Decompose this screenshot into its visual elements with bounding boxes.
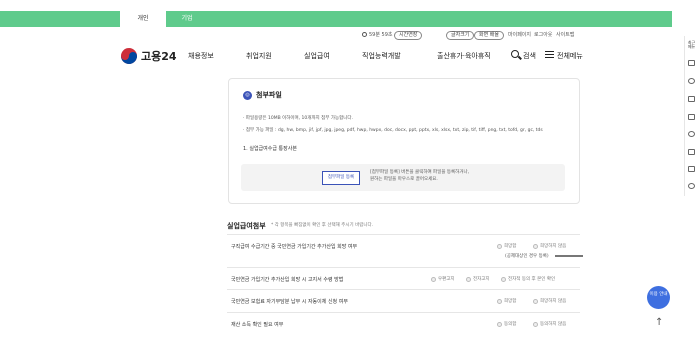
scroll-top-icon[interactable]: ↑ bbox=[655, 317, 663, 328]
checklist-subtitle: * 각 항목을 빠짐없이 확인 후 선택해 주시기 바랍니다. bbox=[271, 223, 374, 228]
masked-value bbox=[555, 255, 583, 257]
screen-zoom-button[interactable]: 화면 배율 bbox=[474, 31, 504, 40]
zoom-label-wrap: 화면 배율 bbox=[474, 30, 504, 40]
radio-notice-electronic[interactable]: 전자고지 bbox=[466, 276, 490, 282]
radio-auto-transfer-yes[interactable]: 희망함 bbox=[497, 298, 516, 304]
checklist-title: 실업급여첨부 bbox=[227, 222, 266, 230]
radio-dot bbox=[497, 321, 502, 327]
quick-calculator-icon[interactable] bbox=[688, 166, 695, 172]
note-size-text: 파일용량은 10MB 이하이며, 10개까지 첨부 가능합니다. bbox=[245, 116, 353, 121]
sub-detail-text: (공제대상인 경우 등록) bbox=[505, 254, 549, 259]
radio-pension-credit-yes[interactable]: 희망함 bbox=[497, 243, 516, 249]
extend-session-wrap: 시간연장 bbox=[394, 30, 423, 40]
search-label[interactable]: 검색 bbox=[523, 51, 536, 61]
nav-item-vocational-training[interactable]: 직업능력개발 bbox=[362, 51, 401, 61]
attachment-note-size: · 파일용량은 10MB 이하이며, 10개까지 첨부 가능합니다. bbox=[243, 116, 353, 121]
quick-monitor-icon[interactable] bbox=[688, 96, 695, 102]
taeguk-logo-icon bbox=[121, 48, 137, 64]
nav-item-jobs[interactable]: 채용정보 bbox=[188, 51, 214, 61]
upload-guide-line1: [첨부파일 등록] 버튼을 클릭하여 파일을 등록하거나, bbox=[370, 170, 470, 175]
radio-dot bbox=[497, 243, 502, 249]
upload-guide-text: [첨부파일 등록] 버튼을 클릭하여 파일을 등록하거나, 원하는 파일을 마우… bbox=[370, 169, 469, 183]
radio-asset-agree[interactable]: 동의함 bbox=[497, 321, 516, 327]
question-notice-method: 국민연금 가입기간 추가산입 희망 시 고지서 수령 방법 bbox=[231, 277, 344, 283]
full-menu-label[interactable]: 전체메뉴 bbox=[557, 51, 583, 61]
font-size-button[interactable]: 글자크기 bbox=[446, 31, 475, 40]
question-asset-check: 재산 소득 확인 필요 여부 bbox=[231, 322, 284, 328]
radio-dot bbox=[431, 276, 436, 282]
radio-dot bbox=[501, 276, 506, 282]
radio-label: 우편고지 bbox=[438, 277, 455, 282]
radio-auto-transfer-no[interactable]: 희망하지 않음 bbox=[533, 298, 566, 304]
radio-label: 동의함 bbox=[504, 322, 517, 327]
radio-label: 전자적 동의 후 본인 확인 bbox=[508, 277, 556, 282]
radio-pension-credit-no[interactable]: 희망하지 않음 bbox=[533, 243, 566, 249]
radio-label: 희망함 bbox=[504, 299, 517, 304]
clock-icon bbox=[362, 32, 367, 37]
hamburger-menu-icon[interactable] bbox=[545, 51, 554, 58]
clip-icon: ◎ bbox=[243, 90, 252, 100]
logout-link[interactable]: 로그아웃 bbox=[534, 30, 552, 40]
question-auto-transfer: 국민연금 보험료 자기부담분 납부 시 자동이체 신청 여부 bbox=[231, 299, 348, 305]
quick-search-icon[interactable] bbox=[688, 131, 695, 137]
tab-personal[interactable]: 개인 bbox=[120, 11, 166, 27]
mypage-link[interactable]: 마이페이지 bbox=[508, 30, 531, 40]
quick-grid-icon[interactable] bbox=[688, 149, 695, 155]
page: 개인 기업 59분 59초 시간연장 글자크기 화면 배율 마이페이지 로그아웃… bbox=[0, 0, 700, 342]
radio-dot bbox=[533, 298, 538, 304]
divider bbox=[227, 267, 580, 268]
search-icon[interactable] bbox=[511, 50, 519, 58]
session-timer: 59분 59초 bbox=[362, 30, 393, 40]
quick-document-icon[interactable] bbox=[688, 114, 695, 120]
tab-business[interactable]: 기업 bbox=[166, 11, 208, 27]
logo-text: 고용24 bbox=[141, 50, 177, 63]
upload-guide-line2: 원하는 파일을 마우스로 끌어오세요. bbox=[370, 177, 438, 182]
site-logo[interactable]: 고용24 bbox=[121, 47, 177, 65]
usage-guide-button[interactable]: 이용 안내 bbox=[647, 286, 670, 309]
note-types-text: 첨부 가능 파일 : dg, hw, bmp, jif, jpf, jpg, j… bbox=[245, 128, 543, 133]
top-tab-bar: 개인 기업 bbox=[0, 11, 672, 27]
radio-asset-disagree[interactable]: 동의하지 않음 bbox=[533, 321, 566, 327]
radio-notice-consent[interactable]: 전자적 동의 후 본인 확인 bbox=[501, 276, 555, 282]
extend-session-button[interactable]: 시간연장 bbox=[394, 31, 423, 40]
radio-dot bbox=[533, 321, 538, 327]
divider bbox=[227, 289, 580, 290]
question-pension-credit: 구직급여 수급기간 중 국민연금 가입기간 추가산입 희망 여부 bbox=[231, 244, 358, 250]
radio-label: 동의하지 않음 bbox=[540, 322, 567, 327]
quick-chat-icon[interactable] bbox=[688, 78, 695, 84]
required-document-label: 1. 실업급여수급 통장사본 bbox=[243, 146, 297, 152]
radio-label: 희망함 bbox=[504, 244, 517, 249]
quick-my-icon[interactable] bbox=[688, 60, 695, 66]
attachment-title-text: 첨부파일 bbox=[256, 91, 282, 99]
divider bbox=[227, 234, 580, 235]
radio-dot bbox=[497, 298, 502, 304]
radio-dot bbox=[533, 243, 538, 249]
quick-recent-label[interactable]: 최근 메뉴 bbox=[686, 41, 697, 49]
radio-notice-mail[interactable]: 우편고지 bbox=[431, 276, 455, 282]
timer-text: 59분 59초 bbox=[369, 32, 393, 38]
quick-location-icon[interactable] bbox=[688, 183, 695, 189]
sitemap-link[interactable]: 사이트맵 bbox=[556, 30, 574, 40]
nav-item-unemployment-benefit[interactable]: 실업급여 bbox=[304, 51, 330, 61]
nav-item-maternity-leave[interactable]: 출산휴가·육아휴직 bbox=[437, 51, 491, 61]
radio-label: 희망하지 않음 bbox=[540, 244, 567, 249]
divider bbox=[227, 312, 580, 313]
attach-file-button[interactable]: 첨부파일 등록 bbox=[322, 171, 360, 185]
zoom-wrap: 글자크기 bbox=[446, 30, 475, 40]
radio-label: 전자고지 bbox=[473, 277, 490, 282]
radio-label: 희망하지 않음 bbox=[540, 299, 567, 304]
attachment-title: ◎ 첨부파일 bbox=[243, 90, 282, 100]
attachment-note-types: · 첨부 가능 파일 : dg, hw, bmp, jif, jpf, jpg,… bbox=[243, 128, 543, 133]
nav-item-employment-support[interactable]: 취업지원 bbox=[246, 51, 272, 61]
radio-dot bbox=[466, 276, 471, 282]
